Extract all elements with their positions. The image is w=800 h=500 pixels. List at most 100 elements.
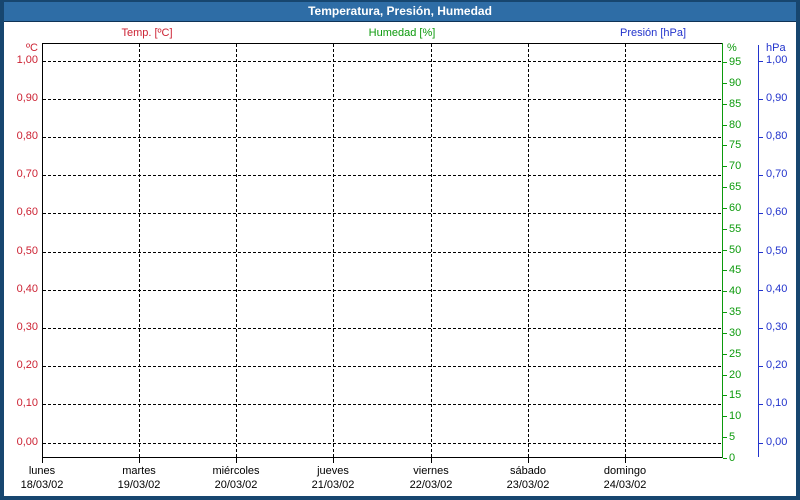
humidity-tick-label: 95	[729, 56, 742, 68]
window-titlebar: Temperatura, Presión, Humedad	[4, 2, 796, 22]
grid-vline	[431, 44, 432, 457]
grid-hline	[43, 443, 721, 444]
x-axis-tick	[139, 458, 140, 463]
pressure-tick-label: 0,30	[766, 321, 788, 333]
temp-tick-label: 1,00	[16, 54, 38, 66]
day-date-label: 21/03/02	[311, 479, 355, 491]
grid-hline	[43, 404, 721, 405]
x-axis-tick	[431, 458, 432, 463]
day-date-label: 24/03/02	[603, 479, 647, 491]
humidity-tick-label: 35	[729, 306, 742, 318]
humidity-axis-tick	[723, 291, 727, 292]
window-border-right	[796, 0, 800, 500]
humidity-axis-tick	[723, 62, 727, 63]
humidity-tick-label: 20	[729, 369, 742, 381]
temp-axis-unit: ºC	[26, 42, 38, 54]
humidity-axis-tick	[723, 145, 727, 146]
pressure-tick-label: 0,60	[766, 206, 788, 218]
grid-hline	[43, 366, 721, 367]
grid-hline	[43, 99, 721, 100]
humidity-axis-tick	[723, 229, 727, 230]
humidity-tick-label: 50	[729, 244, 742, 256]
pressure-axis-unit: hPa	[766, 42, 786, 54]
humidity-axis-tick	[723, 166, 727, 167]
humidity-axis-tick	[723, 250, 727, 251]
pressure-tick-label: 0,20	[766, 359, 788, 371]
temp-tick-label: 0,10	[16, 397, 38, 409]
humidity-tick-label: 80	[729, 119, 742, 131]
humidity-tick-label: 75	[729, 139, 742, 151]
x-axis-tick	[625, 458, 626, 463]
humidity-tick-label: 40	[729, 285, 742, 297]
plot-area	[42, 43, 722, 458]
temp-tick-label: 0,80	[16, 130, 38, 142]
pressure-axis-line	[758, 45, 759, 457]
temp-tick-label: 0,00	[16, 436, 38, 448]
grid-vline	[139, 44, 140, 457]
pressure-axis-tick	[759, 404, 763, 405]
day-name-label: domingo	[603, 465, 647, 477]
humidity-axis-tick	[723, 458, 727, 459]
x-axis-tick	[333, 458, 334, 463]
grid-vline	[528, 44, 529, 457]
pressure-axis-tick	[759, 328, 763, 329]
humidity-tick-label: 25	[729, 348, 742, 360]
humidity-axis-tick	[723, 375, 727, 376]
day-name-label: sábado	[509, 465, 547, 477]
pressure-tick-label: 0,50	[766, 245, 788, 257]
grid-hline	[43, 175, 721, 176]
grid-hline	[43, 328, 721, 329]
pressure-axis-tick	[759, 366, 763, 367]
humidity-tick-label: 70	[729, 160, 742, 172]
day-name-label: miércoles	[212, 465, 260, 477]
pressure-axis-tick	[759, 99, 763, 100]
x-axis-tick	[528, 458, 529, 463]
pressure-tick-label: 0,80	[766, 130, 788, 142]
humidity-axis-tick	[723, 354, 727, 355]
temp-tick-label: 0,40	[16, 283, 38, 295]
pressure-axis-tick	[759, 213, 763, 214]
pressure-tick-label: 0,90	[766, 92, 788, 104]
humidity-tick-label: 55	[729, 223, 742, 235]
humidity-axis-tick	[723, 437, 727, 438]
humidity-axis-tick	[723, 416, 727, 417]
humidity-axis-tick	[723, 208, 727, 209]
day-date-label: 23/03/02	[506, 479, 550, 491]
day-date-label: 22/03/02	[409, 479, 453, 491]
humidity-tick-label: 30	[729, 327, 742, 339]
temp-tick-label: 0,20	[16, 359, 38, 371]
legend-pressure-label: Presión [hPa]	[619, 27, 687, 39]
humidity-tick-label: 90	[729, 77, 742, 89]
grid-hline	[43, 290, 721, 291]
legend-temp-label: Temp. [ºC]	[121, 27, 173, 39]
day-date-label: 18/03/02	[20, 479, 64, 491]
temp-tick-label: 0,30	[16, 321, 38, 333]
day-name-label: martes	[122, 465, 156, 477]
temp-tick-label: 0,70	[16, 168, 38, 180]
grid-vline	[625, 44, 626, 457]
grid-hline	[43, 137, 721, 138]
humidity-tick-label: 65	[729, 181, 742, 193]
humidity-axis-tick	[723, 333, 727, 334]
humidity-tick-label: 45	[729, 264, 742, 276]
humidity-axis-unit: %	[727, 42, 737, 54]
day-date-label: 20/03/02	[214, 479, 258, 491]
pressure-tick-label: 0,40	[766, 283, 788, 295]
x-axis-tick	[42, 458, 43, 463]
day-name-label: lunes	[28, 465, 56, 477]
humidity-tick-label: 10	[729, 410, 742, 422]
humidity-tick-label: 60	[729, 202, 742, 214]
humidity-tick-label: 15	[729, 389, 742, 401]
pressure-axis-tick	[759, 443, 763, 444]
pressure-tick-label: 0,00	[766, 436, 788, 448]
day-date-label: 19/03/02	[117, 479, 161, 491]
temp-tick-label: 0,90	[16, 92, 38, 104]
pressure-axis-tick	[759, 252, 763, 253]
pressure-tick-label: 0,70	[766, 168, 788, 180]
app-window: Temperatura, Presión, Humedad Temp. [ºC]…	[0, 0, 800, 500]
x-axis-tick	[236, 458, 237, 463]
grid-hline	[43, 213, 721, 214]
humidity-axis-tick	[723, 104, 727, 105]
pressure-tick-label: 0,10	[766, 397, 788, 409]
pressure-axis-tick	[759, 61, 763, 62]
